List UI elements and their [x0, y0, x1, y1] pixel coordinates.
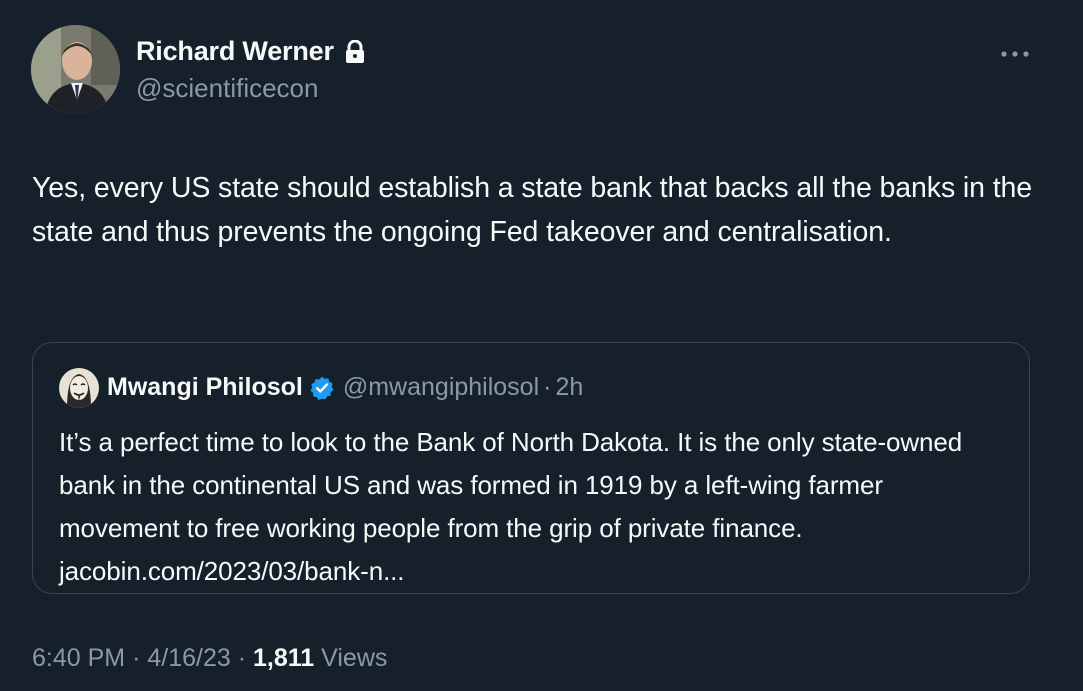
- author-name[interactable]: Richard Werner: [136, 36, 334, 67]
- lock-icon: [345, 39, 364, 63]
- tweet: Richard Werner @scientificecon Yes, ever…: [0, 0, 1083, 691]
- quoted-separator: ·: [543, 373, 552, 401]
- author-avatar-image: [31, 25, 120, 114]
- tweet-meta: 6:40 PM · 4/16/23 · 1,811 Views: [32, 644, 387, 673]
- views-label[interactable]: Views: [321, 644, 387, 672]
- quoted-timestamp[interactable]: 2h: [555, 373, 583, 402]
- quoted-author-handle[interactable]: @mwangiphilosol: [343, 373, 539, 402]
- tweet-date[interactable]: 4/16/23: [147, 644, 230, 672]
- quoted-tweet-text: It’s a perfect time to look to the Bank …: [59, 421, 1009, 593]
- views-count[interactable]: 1,811: [253, 644, 314, 672]
- verified-badge-icon: [310, 376, 334, 400]
- author-handle[interactable]: @scientificecon: [136, 73, 318, 104]
- mask-avatar-image: [59, 368, 99, 408]
- quoted-tweet-link[interactable]: jacobin.com/2023/03/bank-n...: [59, 550, 1009, 593]
- tweet-time[interactable]: 6:40 PM: [32, 644, 125, 672]
- author-name-row[interactable]: Richard Werner: [136, 36, 366, 67]
- quoted-author-name[interactable]: Mwangi Philosol: [107, 373, 303, 402]
- quoted-tweet-card[interactable]: Mwangi Philosol @mwangiphilosol · 2h It’…: [32, 342, 1030, 594]
- more-options-icon: [1001, 51, 1029, 57]
- more-options-button[interactable]: [995, 40, 1035, 68]
- tweet-text: Yes, every US state should establish a s…: [32, 172, 1033, 248]
- quoted-tweet-header: Mwangi Philosol @mwangiphilosol · 2h: [107, 373, 583, 402]
- meta-separator-2: ·: [237, 644, 247, 672]
- quoted-tweet-body: It’s a perfect time to look to the Bank …: [59, 427, 963, 543]
- quoted-author-avatar[interactable]: [59, 368, 99, 408]
- meta-separator-1: ·: [132, 644, 141, 672]
- author-avatar[interactable]: [31, 25, 120, 114]
